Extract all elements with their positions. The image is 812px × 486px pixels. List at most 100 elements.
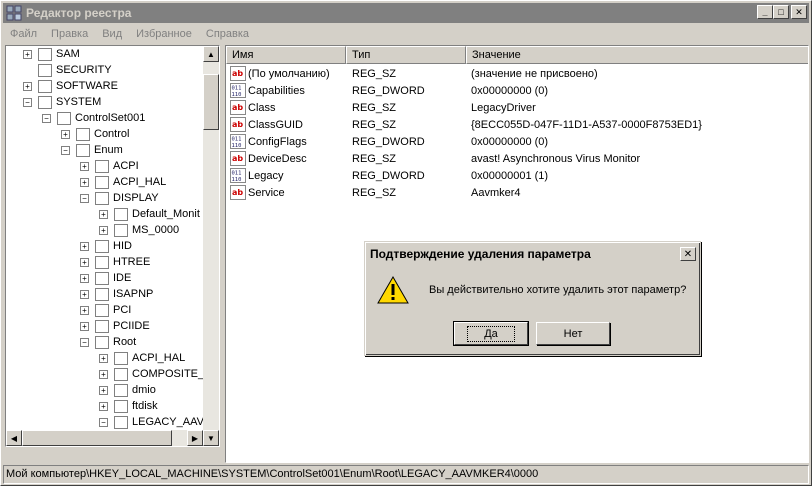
- tree-item[interactable]: + SAM: [23, 46, 80, 62]
- scroll-up-button[interactable]: ▲: [203, 46, 219, 62]
- expand-icon[interactable]: +: [80, 289, 89, 299]
- collapse-icon[interactable]: −: [80, 193, 89, 203]
- folder-icon: [95, 287, 109, 301]
- menu-file[interactable]: Файл: [3, 28, 44, 40]
- value-row[interactable]: ab DeviceDesc REG_SZ avast! Asynchronous Vi…: [226, 150, 808, 167]
- svg-text:110: 110: [232, 177, 242, 183]
- value-row[interactable]: 011 110 Legacy REG_DWORD 0x00000001 (1): [226, 167, 808, 184]
- value-row[interactable]: ab (По умолчанию) REG_SZ (значение не присв…: [226, 65, 808, 82]
- tree-item[interactable]: + ACPI: [80, 158, 139, 174]
- dialog-close-button[interactable]: ✕: [680, 247, 696, 261]
- maximize-button[interactable]: □: [773, 5, 789, 19]
- key-tree-pane[interactable]: + SAM SECURITY + SOFTWARE − SYSTEM − ControlSet0…: [5, 45, 220, 447]
- scroll-down-button[interactable]: ▼: [203, 430, 219, 446]
- expand-icon[interactable]: +: [80, 241, 89, 251]
- tree-item[interactable]: − Enum: [61, 142, 123, 158]
- tree-item[interactable]: + COMPOSITE_E: [99, 366, 203, 382]
- value-type: REG_SZ: [352, 118, 397, 131]
- expand-icon[interactable]: +: [80, 177, 89, 187]
- menu-view[interactable]: Вид: [95, 28, 129, 40]
- folder-icon: [38, 47, 52, 61]
- expand-icon[interactable]: +: [99, 385, 108, 395]
- menu-help[interactable]: Справка: [199, 28, 256, 40]
- expand-icon[interactable]: +: [80, 161, 89, 171]
- tree-item[interactable]: + IDE: [80, 270, 131, 286]
- no-button[interactable]: Нет: [536, 322, 610, 345]
- menu-edit[interactable]: Правка: [44, 28, 95, 40]
- tree-item[interactable]: − DISPLAY: [80, 190, 159, 206]
- expand-icon[interactable]: +: [80, 305, 89, 315]
- svg-text:110: 110: [232, 143, 242, 149]
- expand-icon[interactable]: +: [99, 369, 108, 379]
- tree-item[interactable]: + ISAPNP: [80, 286, 153, 302]
- tree-item[interactable]: − Root: [80, 334, 136, 350]
- tree-item[interactable]: + PCIIDE: [80, 318, 150, 334]
- expand-icon[interactable]: +: [99, 209, 108, 219]
- tree-vscroll-thumb[interactable]: [203, 74, 219, 130]
- value-data: 0x00000000 (0): [471, 84, 549, 97]
- value-row[interactable]: 011 110 ConfigFlags REG_DWORD 0x00000000 (0): [226, 133, 808, 150]
- column-header-type[interactable]: Тип: [346, 46, 466, 64]
- value-row[interactable]: ab Class REG_SZ LegacyDriver: [226, 99, 808, 116]
- collapse-icon[interactable]: −: [61, 145, 70, 155]
- value-name-cell: ab Class: [226, 100, 346, 115]
- collapse-icon[interactable]: −: [23, 97, 32, 107]
- column-header-name[interactable]: Имя: [226, 46, 346, 64]
- minimize-button[interactable]: _: [757, 5, 773, 19]
- value-row[interactable]: ab ClassGUID REG_SZ {8ECC055D-047F-11D1-A53…: [226, 116, 808, 133]
- collapse-icon[interactable]: −: [42, 113, 51, 123]
- close-button[interactable]: ✕: [791, 5, 807, 19]
- menu-favorites[interactable]: Избранное: [129, 28, 199, 40]
- expand-icon[interactable]: +: [80, 273, 89, 283]
- window-title: Редактор реестра: [26, 6, 132, 20]
- tree-item[interactable]: − ControlSet001: [42, 110, 145, 126]
- tree-vertical-scrollbar[interactable]: ▲ ▼: [203, 46, 219, 446]
- tree-item[interactable]: + HTREE: [80, 254, 150, 270]
- expand-icon[interactable]: +: [99, 225, 108, 235]
- svg-text:ab: ab: [232, 188, 243, 197]
- dialog-title-bar[interactable]: Подтверждение удаления параметра ✕: [368, 245, 699, 263]
- tree-horizontal-scrollbar[interactable]: ◀ ▶: [6, 430, 203, 446]
- scroll-left-button[interactable]: ◀: [6, 430, 22, 446]
- scroll-right-button[interactable]: ▶: [187, 430, 203, 446]
- key-tree: + SAM SECURITY + SOFTWARE − SYSTEM − ControlSet0…: [6, 46, 203, 446]
- tree-item[interactable]: + PCI: [80, 302, 131, 318]
- expand-icon[interactable]: +: [99, 401, 108, 411]
- expand-icon[interactable]: +: [99, 353, 108, 363]
- value-row[interactable]: ab Service REG_SZ Aavmker4: [226, 184, 808, 201]
- tree-item[interactable]: + dmio: [99, 382, 156, 398]
- tree-item[interactable]: SECURITY: [23, 62, 112, 78]
- tree-item[interactable]: + SOFTWARE: [23, 78, 118, 94]
- svg-text:011: 011: [232, 86, 242, 92]
- tree-item-label: MS_0000: [132, 224, 180, 236]
- value-name: Capabilities: [248, 84, 305, 97]
- value-row[interactable]: 011 110 Capabilities REG_DWORD 0x00000000 (0…: [226, 82, 808, 99]
- column-header-value[interactable]: Значение: [466, 46, 808, 64]
- title-bar[interactable]: Редактор реестра _ □ ✕: [3, 3, 809, 23]
- tree-item[interactable]: + ftdisk: [99, 398, 158, 414]
- tree-item[interactable]: + Default_Monit: [99, 206, 200, 222]
- tree-item[interactable]: + Control: [61, 126, 129, 142]
- folder-icon: [114, 367, 128, 381]
- expand-icon[interactable]: +: [80, 257, 89, 267]
- tree-item[interactable]: + MS_0000: [99, 222, 179, 238]
- tree-item[interactable]: + ACPI_HAL: [80, 174, 166, 190]
- collapse-icon[interactable]: −: [80, 337, 89, 347]
- yes-button[interactable]: Да: [453, 321, 529, 346]
- tree-item-label: IDE: [113, 272, 132, 284]
- menu-bar: Файл Правка Вид Избранное Справка: [3, 25, 256, 43]
- expand-icon[interactable]: +: [61, 129, 70, 139]
- expand-icon[interactable]: +: [80, 321, 89, 331]
- tree-hscroll-thumb[interactable]: [22, 430, 172, 446]
- tree-item[interactable]: − SYSTEM: [23, 94, 101, 110]
- value-name-cell: ab DeviceDesc: [226, 151, 346, 166]
- tree-item[interactable]: + HID: [80, 238, 132, 254]
- string-value-icon: ab: [230, 117, 246, 132]
- expand-icon[interactable]: +: [23, 81, 32, 91]
- folder-icon: [38, 79, 52, 93]
- value-type: REG_SZ: [352, 186, 397, 199]
- expand-icon[interactable]: +: [23, 49, 32, 59]
- tree-item[interactable]: + ACPI_HAL: [99, 350, 185, 366]
- tree-item[interactable]: − LEGACY_AAVM: [99, 414, 203, 430]
- collapse-icon[interactable]: −: [99, 417, 108, 427]
